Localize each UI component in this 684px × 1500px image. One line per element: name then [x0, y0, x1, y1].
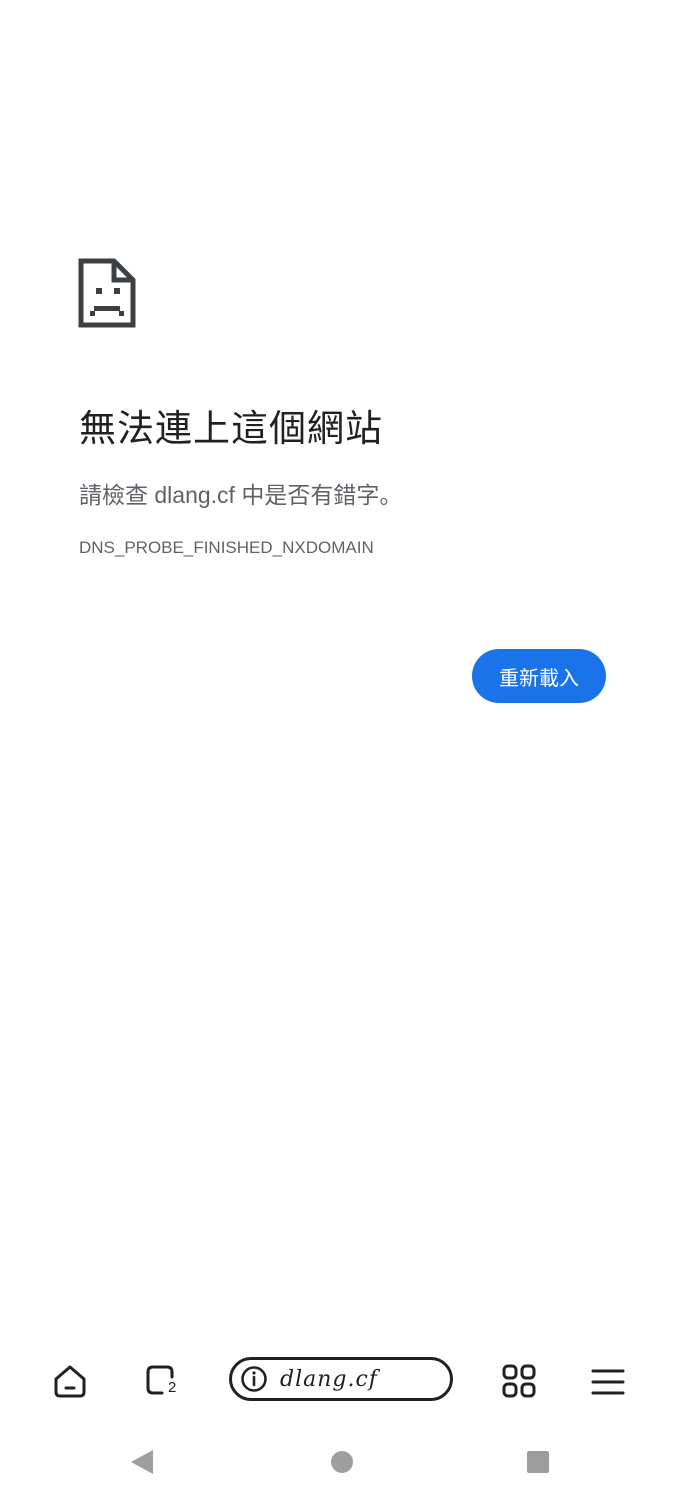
info-icon[interactable] [240, 1365, 268, 1393]
url-text: dlang.cf [280, 1366, 378, 1392]
recents-square-icon[interactable] [526, 1450, 550, 1474]
error-title: 無法連上這個網站 [79, 408, 383, 449]
tabs-icon[interactable] [136, 1358, 184, 1404]
tab-count: 2 [168, 1379, 177, 1396]
address-bar[interactable]: dlang.cf [229, 1357, 453, 1401]
grid-icon[interactable] [498, 1360, 540, 1402]
system-navigation-bar [0, 1420, 684, 1500]
reload-button[interactable]: 重新載入 [472, 649, 606, 703]
sad-page-icon [78, 258, 136, 328]
error-message: 請檢查 dlang.cf 中是否有錯字。 [79, 482, 403, 508]
error-code: DNS_PROBE_FINISHED_NXDOMAIN [79, 538, 374, 557]
home-icon[interactable] [47, 1358, 93, 1404]
back-triangle-icon[interactable] [129, 1448, 155, 1476]
browser-toolbar: 2 dlang.cf [0, 1340, 684, 1420]
menu-icon[interactable] [588, 1362, 628, 1402]
home-circle-icon[interactable] [330, 1450, 354, 1474]
